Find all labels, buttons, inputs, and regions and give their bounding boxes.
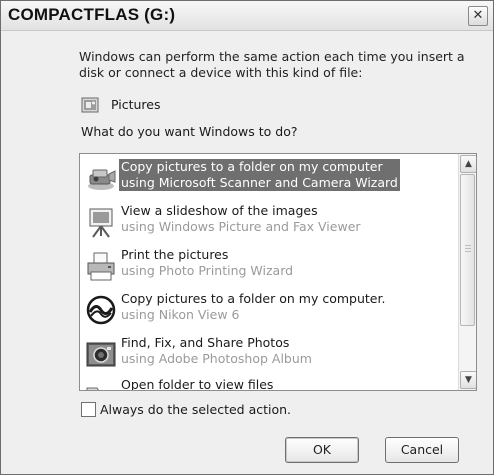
slideshow-easel-icon (89, 208, 113, 238)
action-item-photoshop-album[interactable]: Find, Fix, and Share Photos using Adobe … (80, 334, 458, 374)
window-title: COMPACTFLAS (G:) (8, 5, 176, 24)
nikon-view-icon (86, 295, 116, 325)
pictures-icon (81, 97, 99, 113)
action-title: Open folder to view files (121, 377, 274, 390)
printer-icon (87, 252, 115, 281)
action-title: Find, Fix, and Share Photos (121, 335, 290, 350)
content-type-label: Pictures (111, 97, 161, 112)
prompt-text: What do you want Windows to do? (81, 124, 298, 139)
folder-icon (86, 387, 99, 390)
action-subtitle: using Windows Picture and Fax Viewer (121, 219, 361, 234)
list-scrollbar[interactable]: ▲ ▼ (458, 154, 476, 390)
scroll-down-button[interactable]: ▼ (460, 371, 476, 389)
always-do-label[interactable]: Always do the selected action. (100, 402, 291, 417)
scroll-thumb[interactable] (460, 174, 475, 326)
ok-button[interactable]: OK (285, 437, 359, 463)
title-bar[interactable]: COMPACTFLAS (G:) ✕ (1, 1, 493, 31)
action-subtitle: using Photo Printing Wizard (121, 263, 294, 278)
scroll-up-button[interactable]: ▲ (460, 155, 476, 173)
cancel-button[interactable]: Cancel (385, 437, 459, 463)
action-item-print[interactable]: Print the pictures using Photo Printing … (80, 246, 458, 286)
action-title: Copy pictures to a folder on my computer… (121, 291, 386, 306)
scanner-camera-icon (88, 169, 116, 190)
action-title: Print the pictures (121, 247, 229, 262)
action-item-slideshow[interactable]: View a slideshow of the images using Win… (80, 202, 458, 242)
action-list[interactable]: Copy pictures to a folder on my computer… (79, 153, 477, 391)
action-subtitle: using Adobe Photoshop Album (121, 351, 312, 366)
close-button[interactable]: ✕ (468, 6, 488, 26)
action-item-copy-scanner-wizard[interactable]: Copy pictures to a folder on my computer… (80, 158, 458, 198)
action-subtitle: using Microsoft Scanner and Camera Wizar… (121, 175, 398, 190)
always-do-checkbox[interactable] (81, 402, 96, 417)
action-item-open-folder[interactable]: Open folder to view files (80, 376, 458, 390)
action-subtitle: using Nikon View 6 (121, 307, 240, 322)
action-title: View a slideshow of the images (121, 203, 318, 218)
action-item-nikon-view[interactable]: Copy pictures to a folder on my computer… (80, 290, 458, 330)
action-title: Copy pictures to a folder on my computer (121, 159, 383, 174)
scroll-grip-icon (465, 245, 471, 252)
photo-camera-icon (86, 342, 116, 367)
autoplay-dialog: COMPACTFLAS (G:) ✕ Windows can perform t… (0, 0, 494, 475)
description-text: Windows can perform the same action each… (79, 49, 465, 80)
